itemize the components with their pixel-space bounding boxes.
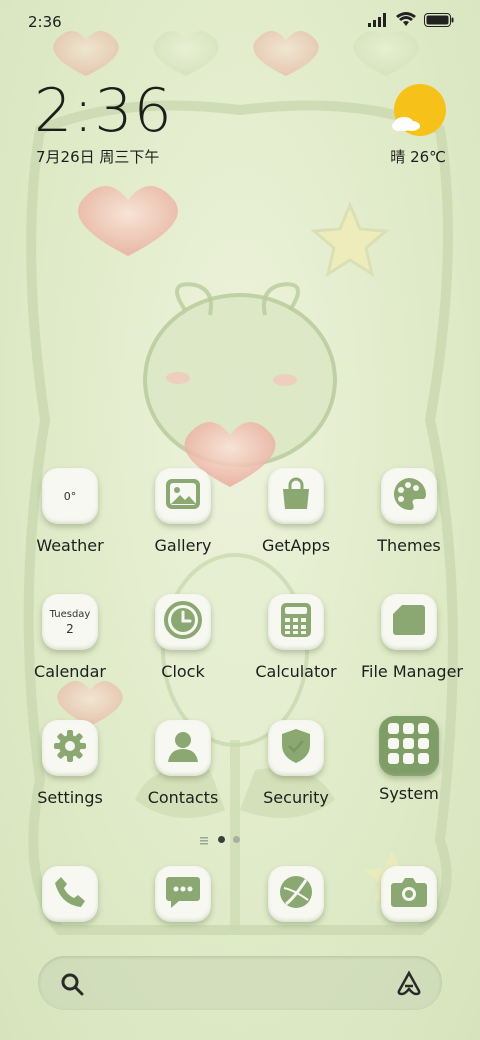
- sun-cloud-icon: [392, 84, 446, 142]
- system-folder-tile: [379, 716, 439, 776]
- app-gallery[interactable]: Gallery: [135, 468, 231, 555]
- calendar-icon: Tuesday 2: [42, 594, 98, 650]
- home-screen: 2:36 2:36 7月26日 周三下午 晴 26℃ 0° Weather Ga…: [0, 0, 480, 1040]
- weather-icon: 0°: [42, 468, 98, 524]
- app-label: File Manager: [361, 662, 463, 681]
- gallery-icon: [165, 478, 201, 514]
- getapps-tile: [268, 468, 324, 524]
- palette-icon: [391, 476, 427, 516]
- message-icon: [165, 875, 201, 913]
- assistant-icon[interactable]: [396, 970, 422, 1000]
- search-icon[interactable]: [60, 972, 84, 1000]
- app-clock[interactable]: Clock: [135, 594, 231, 681]
- app-label: GetApps: [261, 536, 331, 555]
- calculator-tile: [268, 594, 324, 650]
- page-indicator[interactable]: [200, 830, 240, 849]
- calendar-day-name: Tuesday: [49, 608, 91, 620]
- camera-icon: [390, 876, 428, 912]
- dock-browser[interactable]: [268, 866, 324, 922]
- security-tile: [268, 720, 324, 776]
- clock-widget-time[interactable]: 2:36: [34, 76, 173, 146]
- weather-condition-temp: 晴 26℃: [390, 148, 446, 166]
- app-file-manager[interactable]: File Manager: [361, 594, 463, 681]
- phone-icon: [53, 875, 87, 913]
- shopping-bag-icon: [279, 477, 313, 515]
- gallery-tile: [155, 468, 211, 524]
- calculator-icon: [280, 602, 312, 642]
- app-label: Themes: [377, 536, 441, 555]
- signal-icon: [368, 12, 388, 31]
- dock-phone[interactable]: [42, 866, 98, 922]
- calendar-day-number: 2: [66, 621, 74, 636]
- app-calendar[interactable]: Tuesday 2 Calendar: [22, 594, 118, 681]
- weather-widget[interactable]: 晴 26℃: [386, 84, 446, 168]
- page-dot-active[interactable]: [218, 836, 225, 843]
- folder-icon: [392, 604, 426, 640]
- app-label: Calculator: [255, 662, 337, 681]
- page-dot[interactable]: [233, 836, 240, 843]
- app-folder-icon: [386, 721, 432, 771]
- app-label: System: [379, 784, 439, 803]
- search-bar[interactable]: [38, 956, 442, 1010]
- clock-icon: [164, 601, 202, 643]
- clock-widget-date: 7月26日 周三下午: [36, 148, 160, 166]
- browser-icon: [278, 874, 314, 914]
- gear-icon: [52, 728, 88, 768]
- dock-camera[interactable]: [381, 866, 437, 922]
- clock-tile: [155, 594, 211, 650]
- app-label: Calendar: [34, 662, 106, 681]
- app-themes[interactable]: Themes: [361, 468, 457, 555]
- status-time: 2:36: [28, 13, 62, 31]
- app-getapps[interactable]: GetApps: [248, 468, 344, 555]
- app-weather[interactable]: 0° Weather: [22, 468, 118, 555]
- status-bar: 2:36: [0, 0, 480, 44]
- app-label: Security: [263, 788, 329, 807]
- dock-messages[interactable]: [155, 866, 211, 922]
- app-contacts[interactable]: Contacts: [135, 720, 231, 807]
- app-security[interactable]: Security: [248, 720, 344, 807]
- list-view-icon[interactable]: [200, 830, 210, 849]
- contacts-tile: [155, 720, 211, 776]
- app-system-folder[interactable]: System: [361, 716, 457, 803]
- app-calculator[interactable]: Calculator: [248, 594, 344, 681]
- person-icon: [166, 729, 200, 767]
- file-manager-tile: [381, 594, 437, 650]
- status-icons: [368, 12, 454, 31]
- wifi-icon: [396, 12, 416, 31]
- app-label: Gallery: [154, 536, 212, 555]
- shield-icon: [280, 728, 312, 768]
- app-label: Clock: [161, 662, 205, 681]
- weather-temp-badge: 0°: [63, 489, 77, 503]
- app-label: Settings: [37, 788, 103, 807]
- themes-tile: [381, 468, 437, 524]
- app-label: Contacts: [147, 788, 219, 807]
- battery-icon: [424, 12, 454, 31]
- app-settings[interactable]: Settings: [22, 720, 118, 807]
- settings-tile: [42, 720, 98, 776]
- app-label: Weather: [36, 536, 104, 555]
